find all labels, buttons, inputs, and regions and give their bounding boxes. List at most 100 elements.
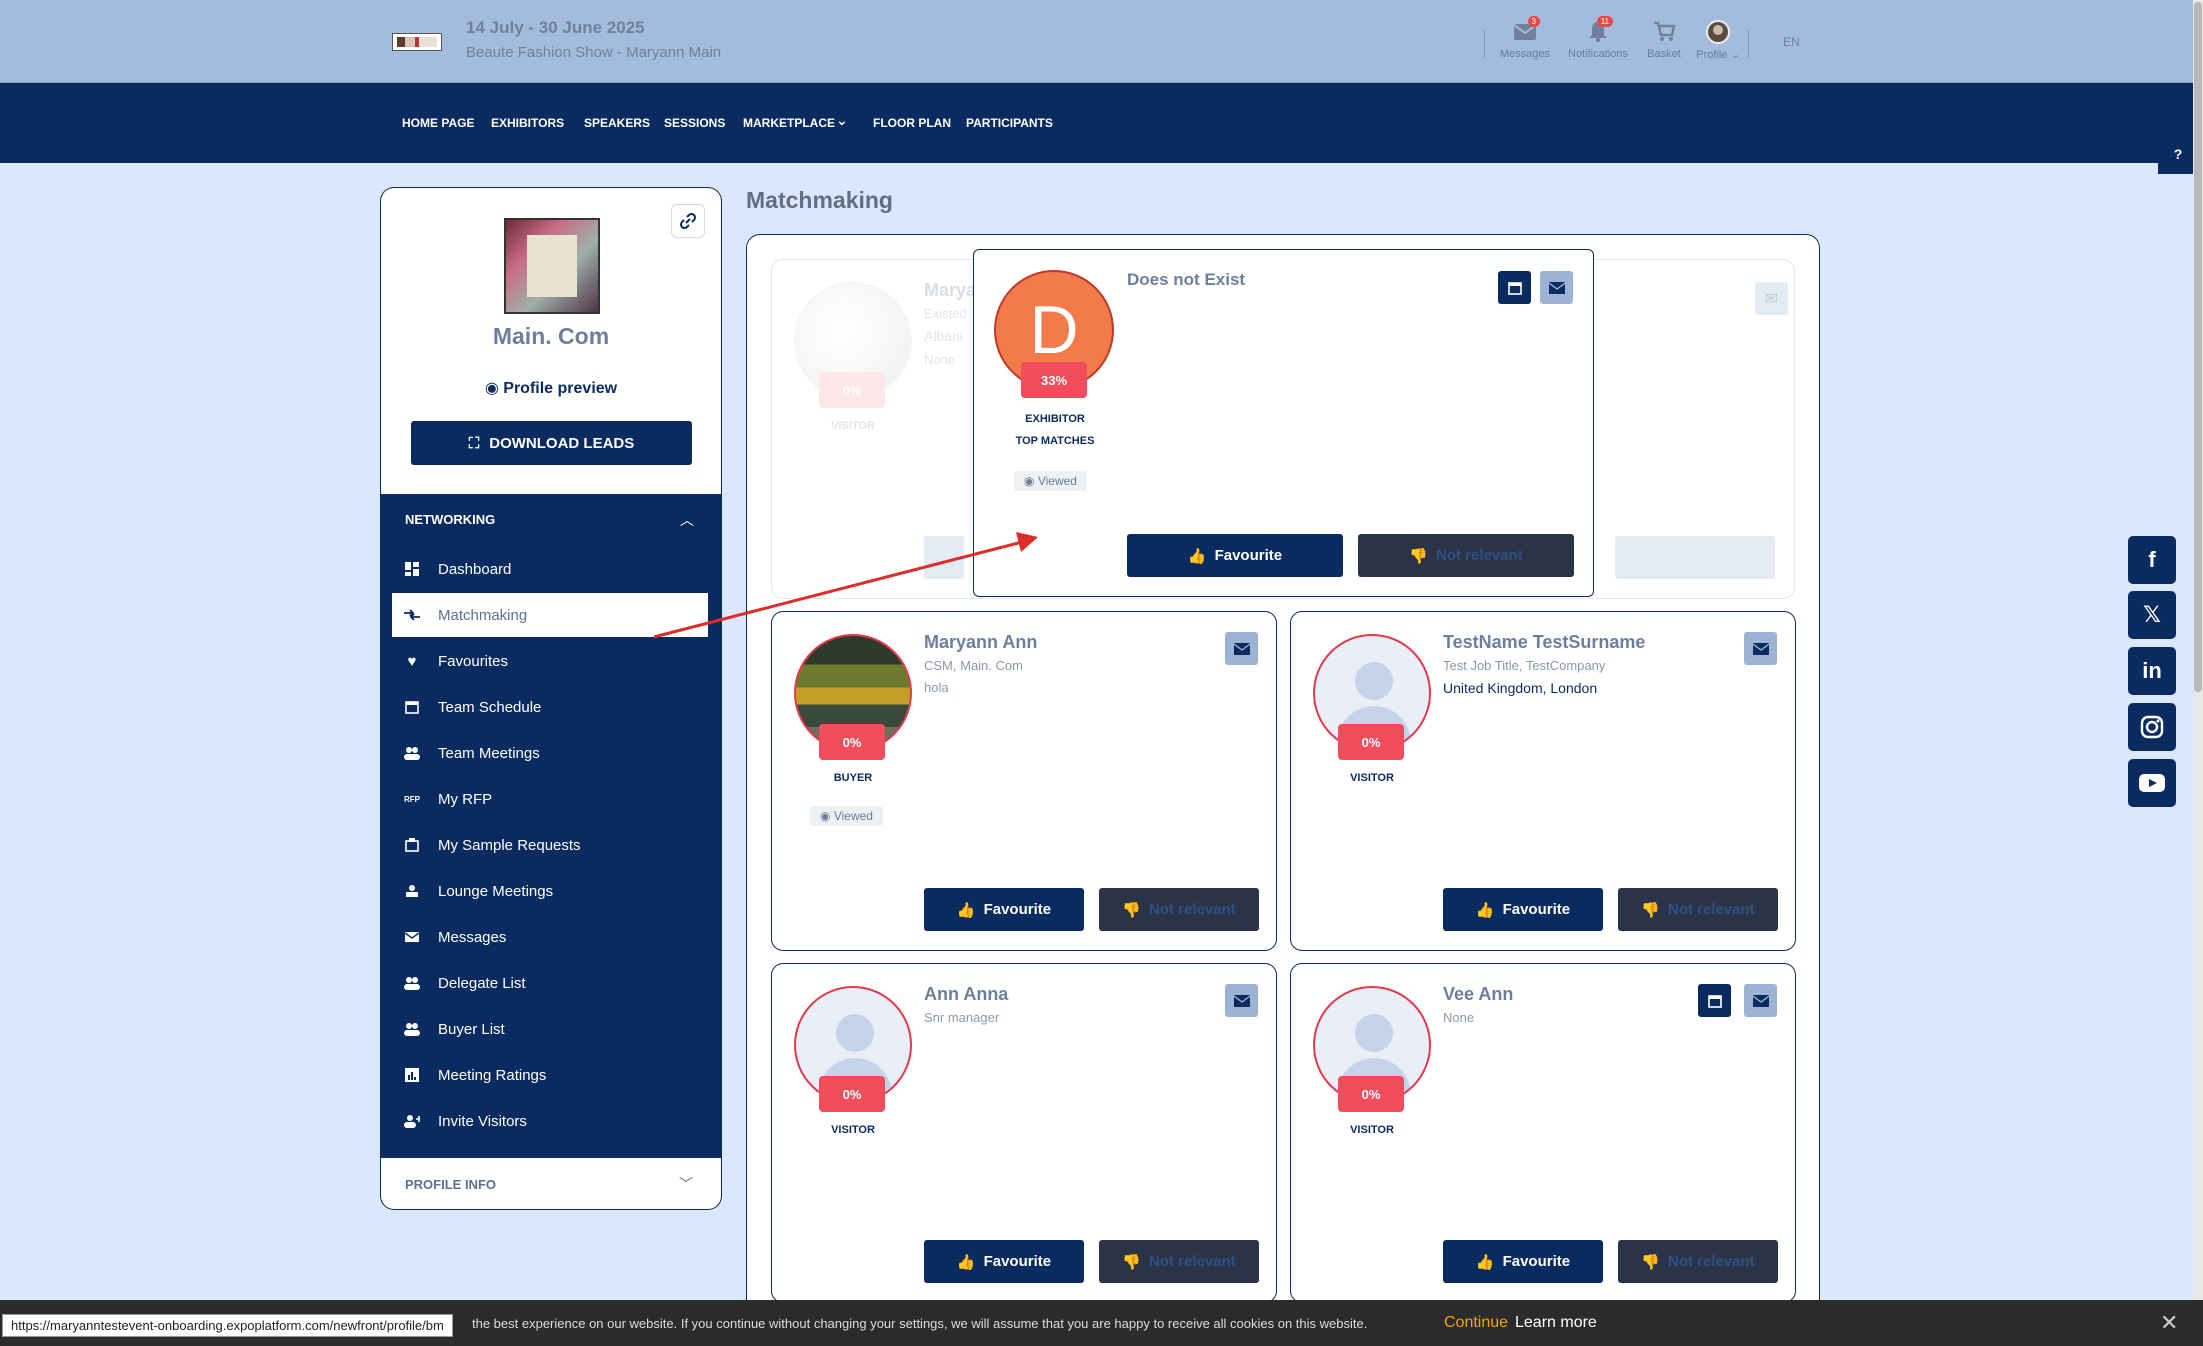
sidebar-item-label: Lounge Meetings: [438, 882, 554, 900]
cookie-banner: the best experience on our website. If y…: [0, 1300, 2203, 1346]
avatar: [1705, 20, 1731, 44]
nav-floor-plan[interactable]: FLOOR PLAN: [873, 116, 951, 130]
card-name[interactable]: Ann Anna: [924, 984, 1008, 1005]
not-relevant-button[interactable]: 👎 Not relevant: [1618, 1240, 1778, 1283]
favourite-button[interactable]: 👍 Favourite: [924, 888, 1084, 931]
card-name[interactable]: Does not Exist: [1127, 270, 1245, 290]
nav-exhibitors[interactable]: EXHIBITORS: [491, 116, 564, 130]
cookie-learn-more-link[interactable]: Learn more: [1515, 1314, 1597, 1332]
networking-header[interactable]: NETWORKING: [405, 512, 495, 527]
envelope-icon: [1752, 642, 1769, 655]
nav-participants[interactable]: PARTICIPANTS: [966, 116, 1053, 130]
thumbs-down-icon: 👎: [1409, 547, 1428, 565]
nav-speakers[interactable]: SPEAKERS: [584, 116, 650, 130]
youtube-link[interactable]: [2128, 759, 2176, 807]
envelope-icon: [1548, 281, 1565, 294]
not-relevant-label: Not relevant: [1667, 1253, 1755, 1270]
sidebar-item-delegate-list[interactable]: Delegate List: [392, 961, 708, 1005]
message-button[interactable]: [1744, 632, 1777, 665]
dashboard-icon: [404, 561, 420, 577]
users-icon: [404, 975, 420, 991]
sidebar-item-lounge-meetings[interactable]: Lounge Meetings: [392, 869, 708, 913]
help-button[interactable]: ?: [2158, 134, 2198, 174]
basket-label: Basket: [1647, 48, 1681, 60]
message-button[interactable]: [1225, 632, 1258, 665]
sidebar-item-label: Invite Visitors: [438, 1112, 527, 1130]
close-icon[interactable]: ✕: [2160, 1310, 2178, 1336]
download-leads-label: DOWNLOAD LEADS: [489, 434, 635, 452]
not-relevant-label: Not relevant: [1148, 901, 1236, 918]
nav-home[interactable]: HOME PAGE: [402, 116, 474, 130]
sidebar-item-my-rfp[interactable]: RFP My RFP: [392, 777, 708, 821]
profile-menu-button[interactable]: Profile ⌄: [1683, 20, 1753, 61]
nav-marketplace[interactable]: MARKETPLACE: [743, 116, 835, 130]
matchmaking-icon: [404, 607, 420, 623]
messages-label: Messages: [1499, 48, 1551, 60]
not-relevant-label: Not relevant: [1148, 1253, 1236, 1270]
sidebar-item-meeting-ratings[interactable]: Meeting Ratings: [392, 1053, 708, 1097]
linkedin-link[interactable]: in: [2128, 647, 2176, 695]
page-title: Matchmaking: [746, 187, 893, 213]
envelope-icon: [1233, 642, 1250, 655]
not-relevant-button[interactable]: [1615, 536, 1775, 579]
company-logo: [504, 218, 600, 314]
profile-preview-link[interactable]: ◉ Profile preview: [381, 378, 721, 398]
card-name[interactable]: Vee Ann: [1443, 984, 1513, 1005]
schedule-meeting-button[interactable]: [1498, 271, 1531, 304]
not-relevant-button[interactable]: 👎 Not relevant: [1358, 534, 1574, 577]
sidebar-item-label: Buyer List: [438, 1020, 505, 1038]
sidebar-item-favourites[interactable]: ♥ Favourites: [392, 639, 708, 683]
favourite-label: Favourite: [1502, 1253, 1571, 1270]
match-percent: 0%: [819, 1076, 885, 1112]
card-name[interactable]: TestName TestSurname: [1443, 632, 1645, 653]
messages-button[interactable]: 3 Messages: [1490, 16, 1560, 60]
copy-link-button[interactable]: [671, 204, 705, 238]
not-relevant-button[interactable]: 👎 Not relevant: [1618, 888, 1778, 931]
envelope-icon: [1233, 994, 1250, 1007]
instagram-link[interactable]: [2128, 703, 2176, 751]
expand-icon: ⛶: [468, 434, 480, 452]
nav-sessions[interactable]: SESSIONS: [664, 116, 725, 130]
not-relevant-button[interactable]: 👎 Not relevant: [1099, 1240, 1259, 1283]
chevron-up-icon[interactable]: ︿: [680, 510, 694, 530]
card-note: None: [924, 352, 956, 367]
event-logo[interactable]: [392, 33, 442, 51]
favourite-button[interactable]: 👍 Favourite: [1127, 534, 1343, 577]
facebook-link[interactable]: f: [2128, 536, 2176, 584]
message-button[interactable]: [1540, 271, 1573, 304]
eye-icon: ◉: [1024, 474, 1038, 488]
event-date: 14 July - 30 June 2025: [466, 18, 645, 37]
youtube-icon: [2139, 774, 2165, 792]
sidebar-item-matchmaking[interactable]: Matchmaking: [392, 593, 708, 637]
sidebar-item-buyer-list[interactable]: Buyer List: [392, 1007, 708, 1051]
sidebar-item-dashboard[interactable]: Dashboard: [392, 547, 708, 591]
message-button[interactable]: ✉: [1755, 282, 1788, 315]
sidebar-item-sample-requests[interactable]: My Sample Requests: [392, 823, 708, 867]
sidebar-item-messages[interactable]: Messages: [392, 915, 708, 959]
sidebar-item-team-meetings[interactable]: Team Meetings: [392, 731, 708, 775]
x-link[interactable]: 𝕏: [2128, 591, 2176, 639]
sidebar-item-team-schedule[interactable]: Team Schedule: [392, 685, 708, 729]
scrollbar-thumb[interactable]: [2194, 2, 2202, 692]
message-button[interactable]: [1744, 984, 1777, 1017]
card-name[interactable]: Maryann Ann: [924, 632, 1037, 653]
favourite-button[interactable]: 👍 Favourite: [924, 1240, 1084, 1283]
sidebar-item-invite-visitors[interactable]: Invite Visitors: [392, 1099, 708, 1143]
sample-icon: [404, 837, 420, 853]
favourite-button[interactable]: 👍 Favourite: [1443, 888, 1603, 931]
chevron-down-icon[interactable]: ⌄: [836, 112, 848, 129]
language-selector[interactable]: EN: [1783, 35, 1800, 49]
match-card: 0% BUYER ◉ Viewed Maryann Ann CSM, Main.…: [771, 611, 1277, 951]
notifications-button[interactable]: 11 Notifications: [1563, 16, 1633, 60]
thumbs-up-icon: 👍: [1187, 547, 1207, 565]
not-relevant-button[interactable]: 👎 Not relevant: [1099, 888, 1259, 931]
cookie-continue-link[interactable]: Continue: [1444, 1314, 1508, 1332]
not-relevant-label: Not relevant: [1435, 547, 1523, 564]
favourite-button[interactable]: 👍 Favourite: [1443, 1240, 1603, 1283]
schedule-meeting-button[interactable]: [1698, 984, 1731, 1017]
role-label: VISITOR: [831, 420, 875, 432]
favourite-button[interactable]: [924, 536, 964, 579]
message-button[interactable]: [1225, 984, 1258, 1017]
profile-info-section[interactable]: PROFILE INFO ﹀: [380, 1158, 722, 1210]
download-leads-button[interactable]: ⛶ DOWNLOAD LEADS: [411, 421, 692, 465]
